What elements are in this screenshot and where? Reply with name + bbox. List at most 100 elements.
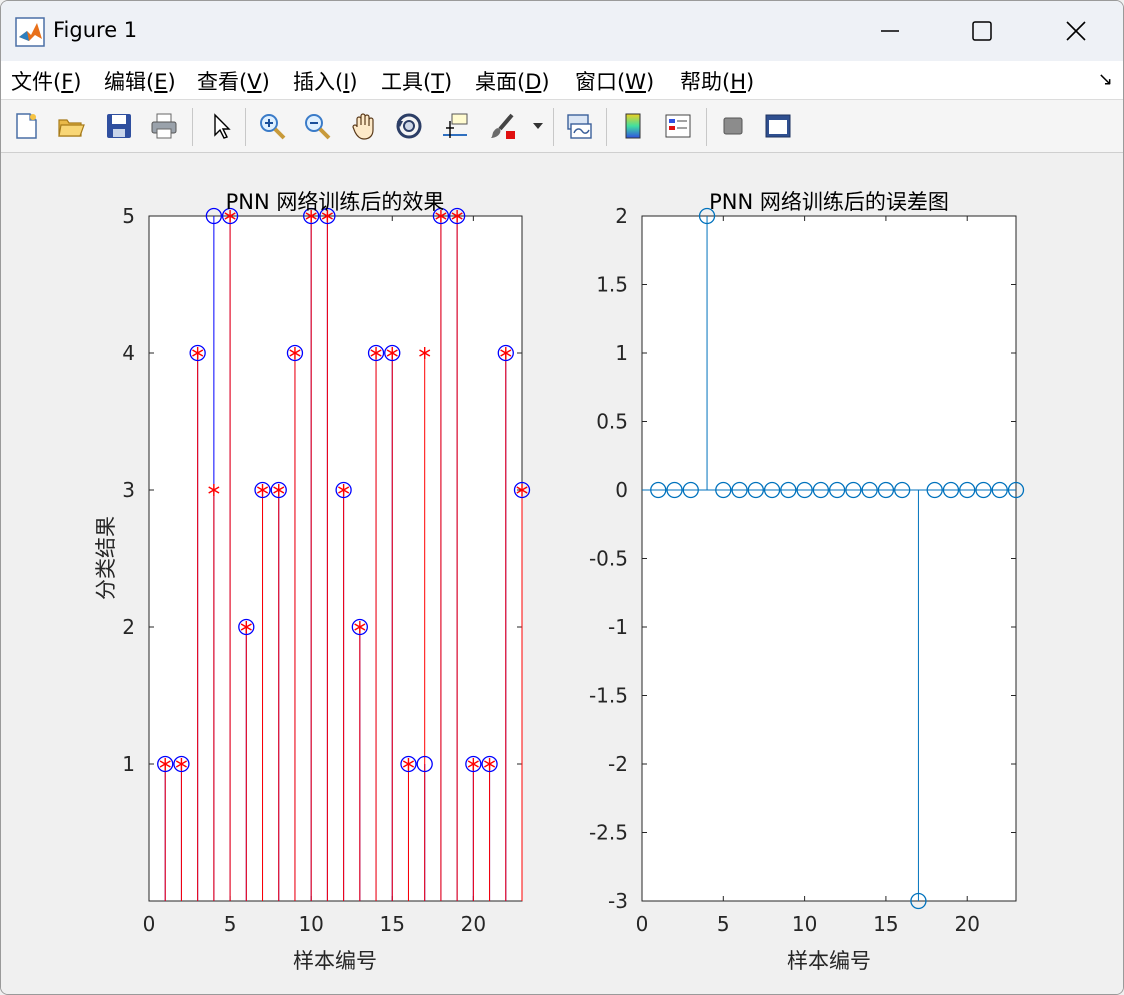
title-bar[interactable]: Figure 1 [1,1,1123,61]
y-tick-label: 4 [122,341,135,365]
y-tick-label: 5 [122,204,135,228]
menu-paren: ) [349,70,358,94]
figure-canvas: 0 5 10 15 20 1 2 3 4 5 PNN 网络训练后的效果 样本编号 分类结果 051… [1,153,1123,994]
x-tick-label: 15 [380,912,405,936]
figure-window: Figure 1 文件(F) 编辑(E) 查看(V) 插入(I) 工具(T) 桌… [0,0,1124,995]
hide-plot-tools-button[interactable] [715,108,751,144]
menu-label: 工具( [381,70,432,94]
brush-button[interactable] [485,108,521,144]
x-tick-label: 5 [717,912,730,936]
close-button[interactable] [1031,1,1121,61]
menu-paren: ) [261,70,270,94]
data-cursor-button[interactable] [437,108,473,144]
menu-file[interactable]: 文件(F) [11,66,82,96]
y-tick-label: 1 [615,341,628,365]
save-button[interactable] [101,108,137,144]
menu-window[interactable]: 窗口(W) [575,66,654,96]
menu-label: 编辑( [104,70,155,94]
legend-button[interactable] [660,108,696,144]
hide-plot-tools-icon [723,117,743,135]
dock-arrow-icon[interactable]: ↘ [1098,69,1113,90]
new-figure-button[interactable] [8,108,44,144]
y-tick-label: -0.5 [589,547,628,571]
menu-paren: ) [645,70,655,94]
print-icon [151,113,177,139]
axes-right[interactable]: 0 5 10 15 20 -3 -2.5 -2 -1.5 -1 -0.5 0 0.5 1 1.5 2 PNN … [589,190,1025,973]
menu-accelerator: D [525,70,542,94]
menu-paren: ) [167,70,176,94]
zoom-in-button[interactable] [254,108,290,144]
y-tick-label: 1.5 [596,273,628,297]
open-file-button[interactable] [53,108,89,144]
toolbar-separator [245,108,246,146]
colorbar-icon [625,113,641,139]
axes-right-xlabel: 样本编号 [787,949,871,973]
toolbar-separator [606,108,607,146]
x-tick-label: 15 [873,912,898,936]
y-tick-label: 3 [122,478,135,502]
matlab-logo-icon [15,17,45,47]
menu-paren: ) [73,70,82,94]
x-tick-label: 0 [636,912,649,936]
menu-accelerator: T [431,70,445,94]
show-plot-tools-icon [765,114,791,138]
y-tick-label: 2 [122,615,135,639]
menu-paren: ) [541,70,550,94]
menu-paren: ) [746,70,755,94]
menu-view[interactable]: 查看(V) [197,66,270,96]
y-tick-label: 0.5 [596,410,628,434]
brush-dropdown-button[interactable] [529,108,547,144]
pan-hand-icon [352,113,374,140]
menu-desktop[interactable]: 桌面(D) [475,66,550,96]
save-icon [107,114,131,138]
pan-button[interactable] [346,108,382,144]
show-plot-tools-button[interactable] [760,108,796,144]
open-file-icon [58,119,85,137]
colorbar-button[interactable] [615,108,651,144]
y-tick-label: -1.5 [589,684,628,708]
menu-label: 文件( [11,70,62,94]
zoom-out-icon [305,114,331,140]
menu-edit[interactable]: 编辑(E) [104,66,176,96]
menu-accelerator: V [247,70,262,94]
x-tick-label: 5 [224,912,237,936]
x-tick-label: 10 [298,912,323,936]
menu-label: 查看( [197,70,248,94]
menu-help[interactable]: 帮助(H) [680,66,754,96]
minimize-button[interactable] [845,1,935,61]
menu-accelerator: W [625,70,646,94]
y-tick-label: -2 [608,752,628,776]
menu-accelerator: F [61,70,74,94]
figure-plots-svg: 0 5 10 15 2012345 PNN 网络训练后的效果 样本编号 分类结果 051… [94,190,1025,973]
maximize-button[interactable] [937,1,1027,61]
dropdown-arrow-icon [533,123,543,129]
y-tick-label: -1 [608,615,628,639]
pointer-button[interactable] [203,108,239,144]
pointer-arrow-icon [214,113,231,139]
axes-left-ylabel: 分类结果 [94,516,118,600]
y-tick-label: 1 [122,752,135,776]
x-tick-label: 10 [792,912,817,936]
toolbar-separator [706,108,707,146]
x-tick-label: 20 [461,912,486,936]
menu-insert[interactable]: 插入(I) [293,66,358,96]
axes-right-box [641,215,1017,902]
rotate-3d-button[interactable] [391,108,427,144]
rotate-3d-icon [396,113,422,139]
axes-left[interactable]: 0 5 10 15 20 1 2 3 4 5 PNN 网络训练后的效果 样本编号 分类结果 [94,190,531,973]
toolbar-separator [192,108,193,146]
menu-accelerator: E [154,70,168,94]
y-tick-label: 0 [615,478,628,502]
zoom-out-button[interactable] [299,108,335,144]
menu-label: 帮助( [680,70,731,94]
menu-tools[interactable]: 工具(T) [381,66,452,96]
print-button[interactable] [146,108,182,144]
menu-label: 桌面( [475,70,526,94]
close-icon [1066,21,1086,41]
maximize-icon [972,21,992,41]
window-title: Figure 1 [53,18,138,42]
link-plot-button[interactable] [561,108,597,144]
menu-accelerator: H [730,70,746,94]
link-plot-icon [567,114,592,139]
axes-right-title: PNN 网络训练后的误差图 [709,190,949,214]
